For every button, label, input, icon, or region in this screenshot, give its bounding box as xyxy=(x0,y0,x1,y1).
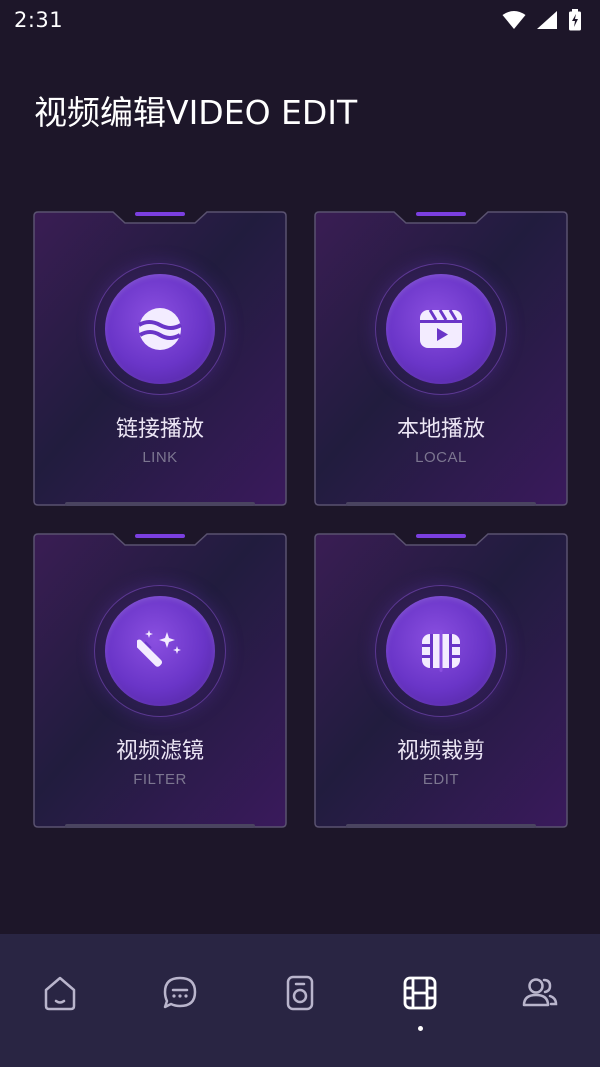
card-subtitle: EDIT xyxy=(422,771,460,788)
video-clapper-icon xyxy=(420,309,462,348)
card-title: 本地播放 xyxy=(396,417,485,442)
planet-icon xyxy=(137,308,183,350)
card-subtitle: LOCAL xyxy=(415,449,467,466)
battery-icon xyxy=(569,9,581,31)
icon-orb xyxy=(375,585,507,717)
status-icons xyxy=(502,9,582,31)
card-title: 视频裁剪 xyxy=(396,739,485,764)
link-play-card[interactable]: 链接播放 LINK xyxy=(33,211,287,507)
bottom-nav xyxy=(0,934,600,1067)
users-icon xyxy=(522,978,558,1007)
card-subtitle: LINK xyxy=(142,449,178,466)
nav-item-users[interactable] xyxy=(510,974,570,1034)
card-title: 视频滤镜 xyxy=(115,739,204,764)
nav-item-film[interactable] xyxy=(390,974,450,1034)
icon-orb xyxy=(94,585,226,717)
video-filter-card[interactable]: 视频滤镜 FILTER xyxy=(33,533,287,829)
film-icon xyxy=(403,976,437,1010)
speaker-icon xyxy=(286,975,314,1011)
local-play-card[interactable]: 本地播放 LOCAL xyxy=(314,211,568,507)
icon-orb xyxy=(375,263,507,395)
card-title: 链接播放 xyxy=(115,417,204,442)
active-indicator-dot xyxy=(417,1026,423,1031)
wifi-icon xyxy=(502,11,526,29)
card-subtitle: FILTER xyxy=(133,771,187,788)
home-icon xyxy=(44,976,76,1011)
nav-item-home[interactable] xyxy=(30,974,90,1034)
film-cut-icon xyxy=(422,630,460,672)
video-edit-card[interactable]: 视频裁剪 EDIT xyxy=(314,533,568,829)
nav-item-speaker[interactable] xyxy=(270,974,330,1034)
chat-icon xyxy=(163,976,197,1009)
status-time: 2:31 xyxy=(14,8,64,32)
cellular-signal-icon xyxy=(537,11,557,29)
icon-orb xyxy=(94,263,226,395)
magic-wand-icon xyxy=(137,630,181,667)
page-title: 视频编辑VIDEO EDIT xyxy=(34,93,358,132)
nav-item-chat[interactable] xyxy=(150,974,210,1034)
status-bar: 2:31 xyxy=(0,0,600,40)
